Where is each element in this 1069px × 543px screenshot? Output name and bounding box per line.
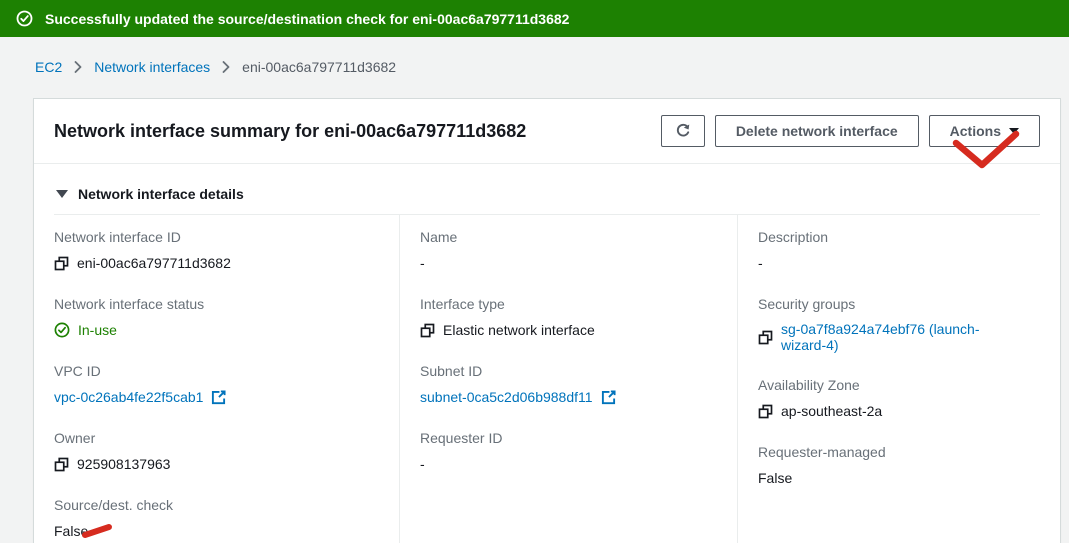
field-label: Network interface status (54, 296, 379, 312)
success-flashbar: Successfully updated the source/destinat… (0, 0, 1069, 37)
subnet-id-link[interactable]: subnet-0ca5c2d06b988df11 (420, 389, 593, 405)
page-title: Network interface summary for eni-00ac6a… (54, 121, 526, 142)
field-value-text: False (758, 470, 792, 486)
breadcrumb-link-ec2[interactable]: EC2 (35, 59, 62, 75)
field-label: VPC ID (54, 363, 379, 379)
field-interface-type: Interface type Elastic network interface (420, 282, 717, 349)
copy-icon[interactable] (758, 404, 773, 419)
copy-icon[interactable] (758, 330, 773, 345)
details-grid: Network interface ID eni-00ac6a797711d36… (54, 215, 1040, 543)
field-value-text: False (54, 523, 88, 539)
field-value-text: - (420, 456, 425, 472)
delete-button-label: Delete network interface (736, 123, 898, 139)
field-label: Description (758, 229, 1020, 245)
field-network-interface-status: Network interface status In-use (54, 282, 379, 349)
caret-down-icon (1009, 128, 1019, 134)
breadcrumb-current: eni-00ac6a797711d3682 (242, 59, 396, 75)
copy-icon[interactable] (420, 323, 435, 338)
field-name: Name - (420, 215, 717, 282)
field-subnet-id: Subnet ID subnet-0ca5c2d06b988df11 (420, 349, 717, 416)
refresh-button[interactable] (661, 115, 705, 147)
field-label: Owner (54, 430, 379, 446)
field-label: Requester-managed (758, 444, 1020, 460)
field-value-text: eni-00ac6a797711d3682 (77, 255, 231, 271)
details-column-2: Name - Interface type Ela (399, 215, 737, 543)
security-group-link[interactable]: sg-0a7f8a924a74ebf76 (launch-wizard-4) (781, 321, 1020, 353)
field-value-text: - (758, 255, 763, 271)
vpc-id-link[interactable]: vpc-0c26ab4fe22f5cab1 (54, 389, 203, 405)
field-label: Requester ID (420, 430, 717, 446)
field-value-text: - (420, 255, 425, 271)
breadcrumb-link-network-interfaces[interactable]: Network interfaces (94, 59, 210, 75)
field-label: Interface type (420, 296, 717, 312)
details-section-title: Network interface details (78, 186, 244, 202)
external-link-icon[interactable] (211, 390, 226, 405)
field-label: Availability Zone (758, 377, 1020, 393)
header-buttons: Delete network interface Actions (661, 115, 1040, 147)
chevron-right-icon (74, 61, 82, 73)
field-source-dest-check: Source/dest. check False (54, 483, 379, 543)
copy-icon[interactable] (54, 457, 69, 472)
breadcrumb: EC2 Network interfaces eni-00ac6a797711d… (0, 37, 1069, 87)
flashbar-message: Successfully updated the source/destinat… (45, 11, 569, 27)
field-security-groups: Security groups sg-0a7f8a924a74ebf76 (la… (758, 282, 1020, 363)
field-value-text: 925908137963 (77, 456, 170, 472)
field-label: Name (420, 229, 717, 245)
actions-button-label: Actions (950, 123, 1001, 139)
field-label: Security groups (758, 296, 1020, 312)
details-section-header[interactable]: Network interface details (54, 180, 1040, 214)
delete-network-interface-button[interactable]: Delete network interface (715, 115, 919, 147)
field-label: Subnet ID (420, 363, 717, 379)
field-label: Source/dest. check (54, 497, 379, 513)
field-value-text: Elastic network interface (443, 322, 595, 338)
card-header: Network interface summary for eni-00ac6a… (34, 99, 1060, 164)
field-owner: Owner 925908137963 (54, 416, 379, 483)
field-label: Network interface ID (54, 229, 379, 245)
copy-icon[interactable] (54, 256, 69, 271)
field-network-interface-id: Network interface ID eni-00ac6a797711d36… (54, 215, 379, 282)
field-value-text: ap-southeast-2a (781, 403, 882, 419)
field-description: Description - (758, 215, 1020, 282)
disclosure-triangle-icon (56, 190, 68, 198)
details-column-3: Description - Security groups (737, 215, 1040, 543)
field-vpc-id: VPC ID vpc-0c26ab4fe22f5cab1 (54, 349, 379, 416)
field-availability-zone: Availability Zone ap-southeast-2a (758, 363, 1020, 430)
network-interface-details-section: Network interface details Network interf… (34, 164, 1060, 543)
status-ok-icon (54, 322, 70, 338)
success-check-circle-icon (16, 10, 33, 27)
chevron-right-icon (222, 61, 230, 73)
refresh-icon (675, 123, 691, 139)
actions-button[interactable]: Actions (929, 115, 1040, 147)
external-link-icon[interactable] (601, 390, 616, 405)
status-badge: In-use (78, 322, 117, 338)
details-column-1: Network interface ID eni-00ac6a797711d36… (54, 215, 399, 543)
field-requester-id: Requester ID - (420, 416, 717, 483)
field-requester-managed: Requester-managed False (758, 430, 1020, 497)
network-interface-summary-card: Network interface summary for eni-00ac6a… (33, 98, 1061, 543)
